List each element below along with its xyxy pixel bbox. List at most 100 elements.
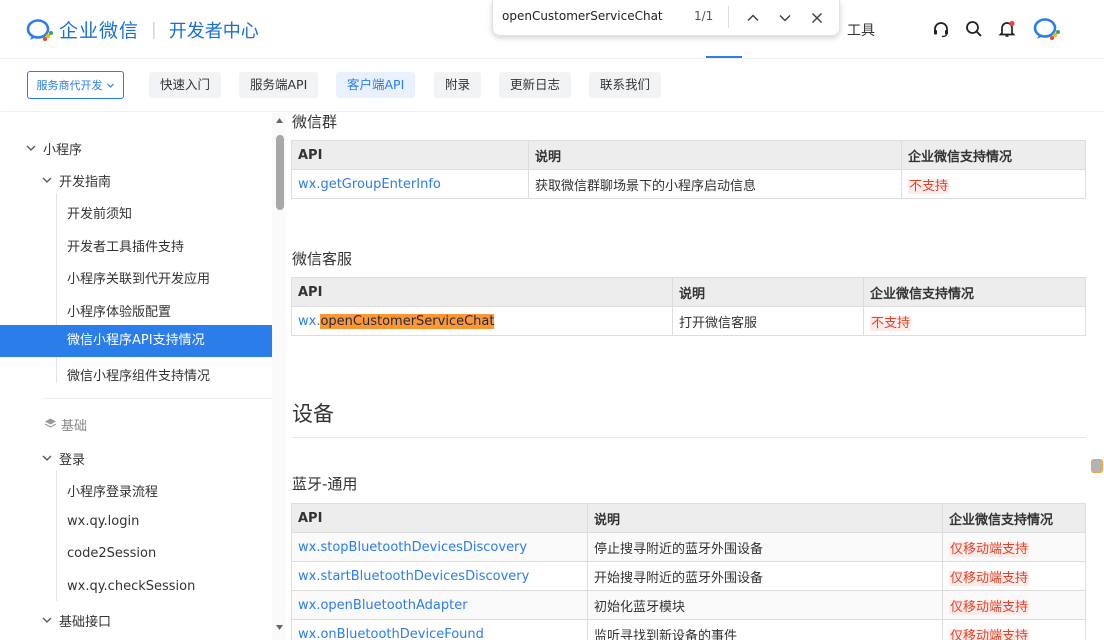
section-divider <box>292 437 1086 438</box>
sidebar: 小程序 开发指南 开发前须知 开发者工具插件支持 小程序关联到代开发应用 小程序… <box>0 113 286 640</box>
wecom-logo-icon <box>26 18 54 42</box>
sidebar-item-dev-guide[interactable]: 开发指南 <box>59 171 111 190</box>
table-cell: 监听寻找到新设备的事件 <box>587 619 943 640</box>
sidebar-item-login[interactable]: 登录 <box>59 449 85 468</box>
chevron-down-icon[interactable] <box>25 142 37 154</box>
table-row: wx.stopBluetoothDevicesDiscovery 停止搜寻附近的… <box>291 532 1086 562</box>
status-badge: 仅移动端支持 <box>949 599 1030 615</box>
page-scrollbar-marker[interactable] <box>1091 459 1103 473</box>
sidebar-item-basic-api[interactable]: 基础接口 <box>59 611 111 630</box>
sidebar-item-miniprogram[interactable]: 小程序 <box>43 139 82 158</box>
user-avatar-icon[interactable] <box>1033 16 1061 42</box>
sidebar-item-pre-dev[interactable]: 开发前须知 <box>67 203 132 222</box>
table-header: API <box>291 503 588 533</box>
tab-appendix[interactable]: 附录 <box>434 72 482 98</box>
bell-icon[interactable] <box>996 18 1018 40</box>
tree-guide-line <box>56 471 57 601</box>
sidebar-item-component-support[interactable]: 微信小程序组件支持情况 <box>67 365 210 384</box>
status-badge: 不支持 <box>870 315 912 331</box>
table-header: 企业微信支持情况 <box>942 503 1086 533</box>
table-header: 说明 <box>672 277 864 307</box>
api-link[interactable]: wx.getGroupEnterInfo <box>298 177 441 192</box>
sidebar-item-trial-config[interactable]: 小程序体验版配置 <box>67 301 171 320</box>
api-link[interactable]: wx.startBluetoothDevicesDiscovery <box>298 569 529 584</box>
section-heading-device: 设备 <box>292 402 334 426</box>
table-cell: 停止搜寻附近的蓝牙外围设备 <box>587 532 943 562</box>
table-row: wx.onBluetoothDeviceFound 监听寻找到新设备的事件 仅移… <box>291 619 1086 640</box>
chevron-down-icon <box>779 14 791 22</box>
role-dropdown[interactable]: 服务商代开发 <box>27 71 124 99</box>
tab-client-api[interactable]: 客户端API <box>336 72 416 98</box>
tab-server-api[interactable]: 服务端API <box>239 72 319 98</box>
chevron-down-icon[interactable] <box>41 614 53 626</box>
sidebar-item-code2session[interactable]: code2Session <box>67 546 156 561</box>
table-header: API <box>291 140 529 170</box>
brand-subtitle: 开发者中心 <box>168 20 259 42</box>
table-header: 说明 <box>587 503 943 533</box>
api-link-prefix: wx. <box>298 313 321 329</box>
sidebar-item-api-support[interactable]: 微信小程序API支持情况 <box>0 325 272 357</box>
status-badge: 仅移动端支持 <box>949 628 1030 640</box>
find-in-page-bar: openCustomerServiceChat 1/1 <box>492 0 840 36</box>
main-content: 微信群 API 说明 企业微信支持情况 wx.getGroupEnterInfo… <box>286 113 1104 640</box>
find-match-count: 1/1 <box>694 9 714 23</box>
headset-icon[interactable] <box>930 18 952 40</box>
table-cell: 打开微信客服 <box>672 306 864 336</box>
logo[interactable]: 企业微信 | 开发者中心 <box>26 16 259 43</box>
tab-contact[interactable]: 联系我们 <box>589 72 662 98</box>
table-row: wx.openBluetoothAdapter 初始化蓝牙模块 仅移动端支持 <box>291 590 1086 620</box>
table-header: 企业微信支持情况 <box>901 140 1086 170</box>
table-row: wx.openCustomerServiceChat 打开微信客服 不支持 <box>291 306 1086 336</box>
nav-tools-link[interactable]: 工具 <box>847 20 875 40</box>
sidebar-scrollbar-thumb[interactable] <box>276 135 284 210</box>
find-divider <box>728 6 729 28</box>
chevron-down-icon <box>106 83 114 88</box>
table-header: 企业微信支持情况 <box>863 277 1086 307</box>
section-heading-bluetooth: 蓝牙-通用 <box>292 475 358 493</box>
sidebar-item-link-app[interactable]: 小程序关联到代开发应用 <box>67 268 210 287</box>
sidebar-divider <box>43 398 273 399</box>
customer-service-table: API 说明 企业微信支持情况 wx.openCustomerServiceCh… <box>291 277 1086 336</box>
brand-separator: | <box>151 19 157 40</box>
layers-icon <box>44 418 57 428</box>
find-next-button[interactable] <box>773 6 797 30</box>
brand-name: 企业微信 <box>59 20 140 42</box>
sidebar-item-login-flow[interactable]: 小程序登录流程 <box>67 481 158 500</box>
chevron-down-icon[interactable] <box>41 452 53 464</box>
scroll-down-arrow-icon[interactable] <box>275 624 284 631</box>
search-icon[interactable] <box>963 18 985 40</box>
table-header: 说明 <box>528 140 902 170</box>
tab-quick-start[interactable]: 快速入门 <box>149 72 222 98</box>
find-previous-button[interactable] <box>741 6 765 30</box>
table-row: wx.getGroupEnterInfo 获取微信群聊场景下的小程序启动信息 不… <box>291 169 1086 199</box>
tab-changelog[interactable]: 更新日志 <box>499 72 572 98</box>
bluetooth-table: API 说明 企业微信支持情况 wx.stopBluetoothDevicesD… <box>291 503 1086 640</box>
api-link[interactable]: wx.onBluetoothDeviceFound <box>298 627 484 640</box>
table-header: API <box>291 277 673 307</box>
table-cell: 开始搜寻附近的蓝牙外围设备 <box>587 561 943 591</box>
search-highlight: openCustomerServiceChat <box>320 313 495 329</box>
api-link[interactable]: wx.stopBluetoothDevicesDiscovery <box>298 540 527 555</box>
role-dropdown-label: 服务商代开发 <box>36 79 103 92</box>
sub-navigation: 服务商代开发 快速入门 服务端API 客户端API 附录 更新日志 联系我们 <box>0 58 1104 112</box>
table-cell: 初始化蓝牙模块 <box>587 590 943 620</box>
status-badge: 仅移动端支持 <box>949 570 1030 586</box>
sidebar-section-basic: 基础 <box>61 419 88 434</box>
find-input[interactable]: openCustomerServiceChat <box>502 9 663 23</box>
scroll-up-arrow-icon[interactable] <box>275 117 284 124</box>
chevron-up-icon <box>747 14 759 22</box>
wechat-group-table: API 说明 企业微信支持情况 wx.getGroupEnterInfo 获取微… <box>291 140 1086 199</box>
sidebar-item-devtools-plugin[interactable]: 开发者工具插件支持 <box>67 236 184 255</box>
section-heading-wechat-group: 微信群 <box>292 113 338 131</box>
api-link[interactable]: wx.openCustomerServiceChat <box>298 313 495 329</box>
api-link[interactable]: wx.openBluetoothAdapter <box>298 598 468 613</box>
status-badge: 仅移动端支持 <box>949 541 1030 557</box>
close-icon <box>811 12 823 24</box>
section-heading-customer-service: 微信客服 <box>292 250 353 268</box>
sidebar-item-qy-login[interactable]: wx.qy.login <box>67 514 139 529</box>
chevron-down-icon[interactable] <box>41 174 53 186</box>
table-cell: 获取微信群聊场景下的小程序启动信息 <box>528 169 902 199</box>
find-close-button[interactable] <box>805 6 829 30</box>
sidebar-item-check-session[interactable]: wx.qy.checkSession <box>67 579 195 594</box>
status-badge: 不支持 <box>908 178 950 194</box>
